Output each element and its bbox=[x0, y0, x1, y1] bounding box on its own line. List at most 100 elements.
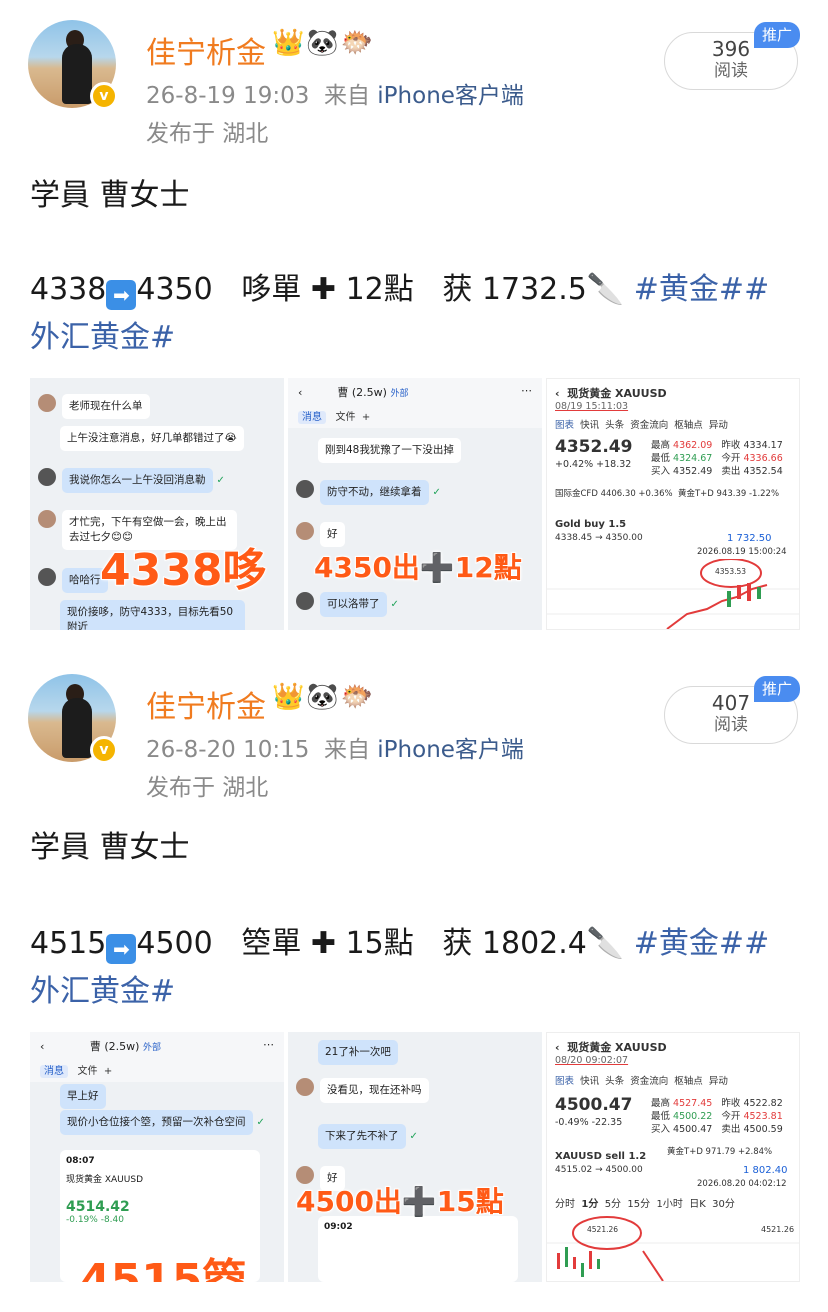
chat-bubble: 现价接哆，防守4333，目标先看50附近 bbox=[60, 600, 245, 630]
tab-fund-flow[interactable]: 资金流向 bbox=[630, 420, 668, 431]
chat-bubble: 刚到48我犹豫了一下没出掉 bbox=[318, 438, 461, 463]
post-meta: 26-8-19 19:03 来自 iPhone客户端 bbox=[146, 76, 524, 110]
tab-messages[interactable]: 消息 bbox=[40, 1065, 68, 1078]
order-prices: 4338.45 → 4350.00 bbox=[555, 533, 643, 543]
add-icon[interactable]: + bbox=[104, 1066, 112, 1077]
quote-price: 4352.49 bbox=[555, 437, 633, 457]
tab-movement[interactable]: 异动 bbox=[709, 420, 728, 431]
period-tab[interactable]: 15分 bbox=[627, 1199, 650, 1210]
more-icon[interactable]: ⋯ bbox=[521, 384, 532, 397]
kline-chart bbox=[547, 1216, 799, 1281]
quote-change: -0.49% -22.35 bbox=[555, 1117, 623, 1128]
verified-badge-icon: v bbox=[90, 82, 118, 110]
chat-bubble: 上午没注意消息，好几单都错过了😭 bbox=[60, 426, 244, 451]
back-icon[interactable]: ‹ bbox=[40, 1040, 44, 1053]
order-pnl: 1 802.40 bbox=[743, 1165, 788, 1176]
order-timestamp: 2026.08.20 04:02:12 bbox=[697, 1179, 787, 1189]
inner-time: 09:02 bbox=[324, 1222, 353, 1232]
author-badges-icon: 👑🐼🐡 bbox=[272, 28, 376, 58]
chat-screenshot-1[interactable]: 老师现在什么单 上午没注意消息，好几单都错过了😭 我说你怎么一上午没回消息勒 ✓ … bbox=[30, 378, 284, 630]
kline-chart bbox=[547, 559, 799, 629]
quote-date: 08/19 15:11:03 bbox=[555, 401, 629, 412]
profit-label: 获 bbox=[442, 272, 473, 307]
tab-files[interactable]: 文件 bbox=[336, 412, 356, 423]
chat-tabs: 消息 文件 + bbox=[30, 1058, 284, 1082]
tab-movement[interactable]: 异动 bbox=[709, 1076, 728, 1087]
tab-messages[interactable]: 消息 bbox=[298, 411, 326, 424]
period-tab[interactable]: 5分 bbox=[605, 1199, 621, 1210]
back-icon[interactable]: ‹ bbox=[555, 1041, 560, 1054]
knife-icon: 🔪 bbox=[586, 926, 625, 961]
period-tab[interactable]: 日K bbox=[689, 1199, 706, 1210]
add-icon[interactable]: + bbox=[362, 412, 370, 423]
chat-bubble: 我说你怎么一上午没回消息勒 bbox=[62, 468, 213, 493]
promo-badge[interactable]: 推广 bbox=[754, 22, 800, 48]
back-icon[interactable]: ‹ bbox=[298, 386, 302, 399]
author-name[interactable]: 佳宁析金 bbox=[146, 28, 266, 72]
more-icon[interactable]: ⋯ bbox=[263, 1038, 274, 1051]
post-line-trade: 4515 ➡ 4500 箜單 ✚ 15點 获 1802.4🔪 #黄金## bbox=[30, 918, 769, 964]
trade-points: 15點 bbox=[345, 926, 414, 961]
promo-badge[interactable]: 推广 bbox=[754, 676, 800, 702]
chat-bubble: 21了补一次吧 bbox=[318, 1040, 398, 1065]
author-name[interactable]: 佳宁析金 bbox=[146, 682, 266, 726]
chat-screenshot-2[interactable]: ‹ 曹 (2.5w) 外部 ⋯ 消息 文件 + 刚到48我犹豫了一下没出掉 防守… bbox=[288, 378, 542, 630]
quote-stats: 最高 4527.45 昨收 4522.82 最低 4500.22 今开 4523… bbox=[651, 1098, 783, 1135]
tab-headlines[interactable]: 头条 bbox=[605, 1076, 624, 1087]
quote-price: 4500.47 bbox=[555, 1095, 633, 1115]
post-source[interactable]: iPhone客户端 bbox=[377, 737, 524, 763]
hashtag-forex-gold[interactable]: 外汇黄金# bbox=[30, 966, 175, 1010]
external-tag: 外部 bbox=[390, 389, 409, 399]
period-tab[interactable]: 30分 bbox=[712, 1199, 735, 1210]
exit-price: 4350 bbox=[136, 272, 213, 307]
external-tag: 外部 bbox=[142, 1043, 161, 1053]
post-location: 发布于 湖北 bbox=[146, 775, 269, 801]
tab-flash[interactable]: 快讯 bbox=[580, 420, 599, 431]
hashtag-forex-gold[interactable]: 外汇黄金# bbox=[30, 312, 175, 356]
inner-change: -0.19% -8.40 bbox=[66, 1215, 124, 1225]
read-check-icon: ✓ bbox=[390, 599, 399, 610]
tab-pivot[interactable]: 枢轴点 bbox=[674, 420, 703, 431]
post-source[interactable]: iPhone客户端 bbox=[377, 83, 524, 109]
chat-header: ‹ 曹 (2.5w) 外部 ⋯ bbox=[288, 378, 542, 404]
tab-chart[interactable]: 图表 bbox=[555, 420, 574, 431]
back-icon[interactable]: ‹ bbox=[555, 387, 560, 400]
profit-value: 1732.5 bbox=[481, 272, 587, 307]
chat-screenshot-3[interactable]: ‹ 曹 (2.5w) 外部 ⋯ 消息 文件 + 早上好 现价小仓位接个箜，预留一… bbox=[30, 1032, 284, 1282]
tab-files[interactable]: 文件 bbox=[78, 1066, 98, 1077]
order-timestamp: 2026.08.19 15:00:24 bbox=[697, 547, 787, 557]
quote-screenshot-2[interactable]: ‹ 现货黄金 XAUUSD 08/20 09:02:07 图表 快讯 头条 资金… bbox=[546, 1032, 800, 1282]
post-line-student: 学員 曹女士 bbox=[30, 830, 190, 865]
quote-change: +0.42% +18.32 bbox=[555, 459, 632, 470]
tab-chart[interactable]: 图表 bbox=[555, 1076, 574, 1087]
order-prices: 4515.02 → 4500.00 bbox=[555, 1165, 643, 1175]
post-meta: 26-8-20 10:15 来自 iPhone客户端 bbox=[146, 730, 524, 764]
period-tab[interactable]: 1小时 bbox=[657, 1199, 683, 1210]
quote-screenshot-1[interactable]: ‹ 现货黄金 XAUUSD 08/19 15:11:03 图表 快讯 头条 资金… bbox=[546, 378, 800, 630]
arrow-right-icon: ➡ bbox=[106, 934, 137, 964]
related-quote-td: 黄金T+D 971.79 +2.84% bbox=[667, 1147, 773, 1157]
tab-fund-flow[interactable]: 资金流向 bbox=[630, 1076, 668, 1087]
tab-pivot[interactable]: 枢轴点 bbox=[674, 1076, 703, 1087]
tab-headlines[interactable]: 头条 bbox=[605, 420, 624, 431]
chat-bubble: 现价小仓位接个箜，预留一次补仓空间 bbox=[60, 1110, 253, 1135]
quote-title: 现货黄金 XAUUSD bbox=[567, 1041, 667, 1054]
quote-tabs: 图表 快讯 头条 资金流向 枢轴点 异动 bbox=[555, 1073, 728, 1087]
trade-direction: 哆單 bbox=[241, 272, 302, 307]
chat-title: 曹 (2.5w) bbox=[337, 386, 387, 399]
hashtag-gold[interactable]: #黄金## bbox=[634, 272, 769, 307]
chat-header: ‹ 曹 (2.5w) 外部 ⋯ bbox=[30, 1032, 284, 1058]
hashtag-gold[interactable]: #黄金## bbox=[634, 926, 769, 961]
chat-bubble: 可以洛带了 bbox=[320, 592, 387, 617]
period-tab[interactable]: 分时 bbox=[555, 1199, 575, 1210]
read-check-icon: ✓ bbox=[409, 1131, 418, 1142]
post-time: 26-8-20 10:15 bbox=[146, 737, 310, 763]
chat-bubble: 下来了先不补了 bbox=[318, 1124, 406, 1149]
tab-flash[interactable]: 快讯 bbox=[580, 1076, 599, 1087]
image-grid: 老师现在什么单 上午没注意消息，好几单都错过了😭 我说你怎么一上午没回消息勒 ✓ … bbox=[30, 378, 800, 630]
chat-title: 曹 (2.5w) bbox=[89, 1040, 140, 1053]
chat-bubble: 早上好 bbox=[60, 1084, 106, 1109]
period-tab[interactable]: 1分 bbox=[581, 1199, 598, 1210]
inner-time: 08:07 bbox=[66, 1156, 95, 1166]
chat-screenshot-4[interactable]: 21了补一次吧 没看见，现在还补吗 下来了先不补了 ✓ 好 09:02 4500出… bbox=[288, 1032, 542, 1282]
